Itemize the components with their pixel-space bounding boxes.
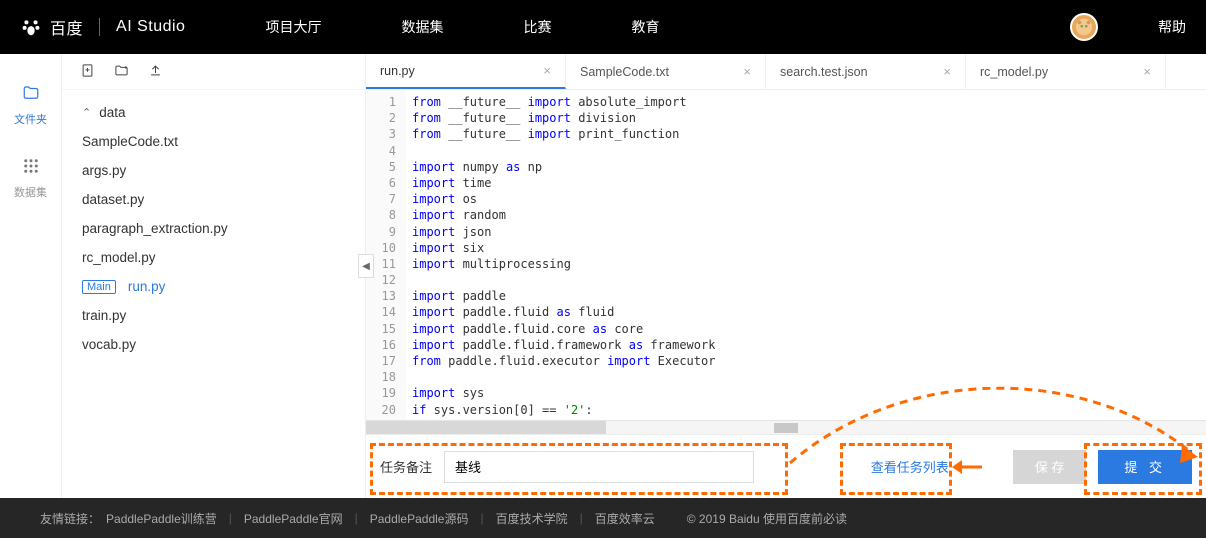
tree-file[interactable]: rc_model.py (62, 243, 365, 272)
tab-label: search.test.json (780, 65, 868, 79)
editor: ◀ run.py × SampleCode.txt × search.test.… (366, 54, 1206, 498)
footer-link[interactable]: 百度技术学院 (496, 510, 568, 527)
tab-samplecode[interactable]: SampleCode.txt × (566, 54, 766, 89)
code-content[interactable]: from __future__ import absolute_importfr… (406, 90, 1206, 420)
tab-label: SampleCode.txt (580, 65, 669, 79)
nav-item-education[interactable]: 教育 (631, 17, 659, 37)
close-icon[interactable]: × (543, 63, 551, 78)
footer-link[interactable]: PaddlePaddle官网 (244, 510, 343, 527)
brand-studio: AI Studio (116, 18, 185, 36)
scroll-tick (774, 423, 798, 433)
main-tag: Main (82, 280, 116, 294)
tree-file[interactable]: train.py (62, 301, 365, 330)
upload-icon[interactable] (148, 63, 163, 81)
icon-sidebar: 文件夹 数据集 (0, 54, 62, 498)
top-nav: 百度 AI Studio 项目大厅 数据集 比赛 教育 帮助 (0, 0, 1206, 54)
brand-divider (99, 18, 100, 36)
footer: 友情链接： PaddlePaddle训练营| PaddlePaddle官网| P… (0, 498, 1206, 538)
tree-file-main-label: run.py (128, 279, 166, 294)
nav-help[interactable]: 帮助 (1158, 17, 1186, 37)
view-tasks-link[interactable]: 查看任务列表 (871, 457, 949, 476)
file-panel: ⌃ data SampleCode.txt args.py dataset.py… (62, 54, 366, 498)
sidebar-tab-datasets-label: 数据集 (14, 184, 47, 200)
tab-search-json[interactable]: search.test.json × (766, 54, 966, 89)
footer-link[interactable]: PaddlePaddle训练营 (106, 510, 217, 527)
brand-cn: 百度 (50, 15, 83, 39)
save-button[interactable]: 保 存 (1013, 450, 1087, 484)
close-icon[interactable]: × (943, 64, 951, 79)
tree-file[interactable]: dataset.py (62, 185, 365, 214)
tab-run-py[interactable]: run.py × (366, 54, 566, 89)
file-tree: ⌃ data SampleCode.txt args.py dataset.py… (62, 90, 365, 367)
remark-label: 任务备注 (380, 457, 432, 476)
tab-rc-model[interactable]: rc_model.py × (966, 54, 1166, 89)
sidebar-tab-files[interactable]: 文件夹 (14, 84, 47, 127)
horizontal-scrollbar[interactable] (366, 420, 1206, 434)
avatar[interactable] (1070, 13, 1098, 41)
tree-file[interactable]: SampleCode.txt (62, 127, 365, 156)
tree-file[interactable]: args.py (62, 156, 365, 185)
chevron-down-icon: ⌃ (82, 106, 91, 119)
nav-item-contests[interactable]: 比赛 (523, 17, 551, 37)
code-editor[interactable]: 123456789101112131415161718192021222324 … (366, 90, 1206, 420)
callout-arrow-left (950, 457, 984, 477)
footer-link[interactable]: 百度效率云 (595, 510, 655, 527)
nav-item-projects[interactable]: 项目大厅 (265, 17, 321, 37)
sidebar-tab-datasets[interactable]: 数据集 (14, 157, 47, 200)
folder-icon (21, 84, 41, 107)
footer-link[interactable]: PaddlePaddle源码 (370, 510, 469, 527)
close-icon[interactable]: × (1143, 64, 1151, 79)
close-icon[interactable]: × (743, 64, 751, 79)
action-bar: 任务备注 查看任务列表 保 存 提 交 (366, 434, 1206, 498)
tree-folder-data[interactable]: ⌃ data (62, 98, 365, 127)
footer-prefix: 友情链接： (40, 510, 100, 527)
sidebar-tab-files-label: 文件夹 (14, 111, 47, 127)
logo[interactable]: 百度 AI Studio (20, 15, 185, 39)
paw-icon (20, 16, 42, 38)
tree-file-main[interactable]: Main run.py (62, 272, 365, 301)
tab-label: rc_model.py (980, 65, 1048, 79)
new-folder-icon[interactable] (113, 63, 130, 81)
editor-tabs: run.py × SampleCode.txt × search.test.js… (366, 54, 1206, 90)
collapse-handle[interactable]: ◀ (358, 254, 374, 278)
new-file-icon[interactable] (80, 63, 95, 81)
file-toolbar (62, 54, 365, 90)
scroll-thumb[interactable] (366, 421, 606, 434)
nav-item-datasets[interactable]: 数据集 (401, 17, 443, 37)
remark-input[interactable] (444, 451, 754, 483)
grid-icon (22, 157, 40, 180)
footer-copyright: © 2019 Baidu 使用百度前必读 (687, 510, 847, 527)
tree-file[interactable]: paragraph_extraction.py (62, 214, 365, 243)
submit-button[interactable]: 提 交 (1098, 450, 1192, 484)
tree-file[interactable]: vocab.py (62, 330, 365, 359)
tree-folder-label: data (99, 105, 125, 120)
tab-label: run.py (380, 64, 415, 78)
nav-items: 项目大厅 数据集 比赛 教育 (265, 17, 659, 37)
